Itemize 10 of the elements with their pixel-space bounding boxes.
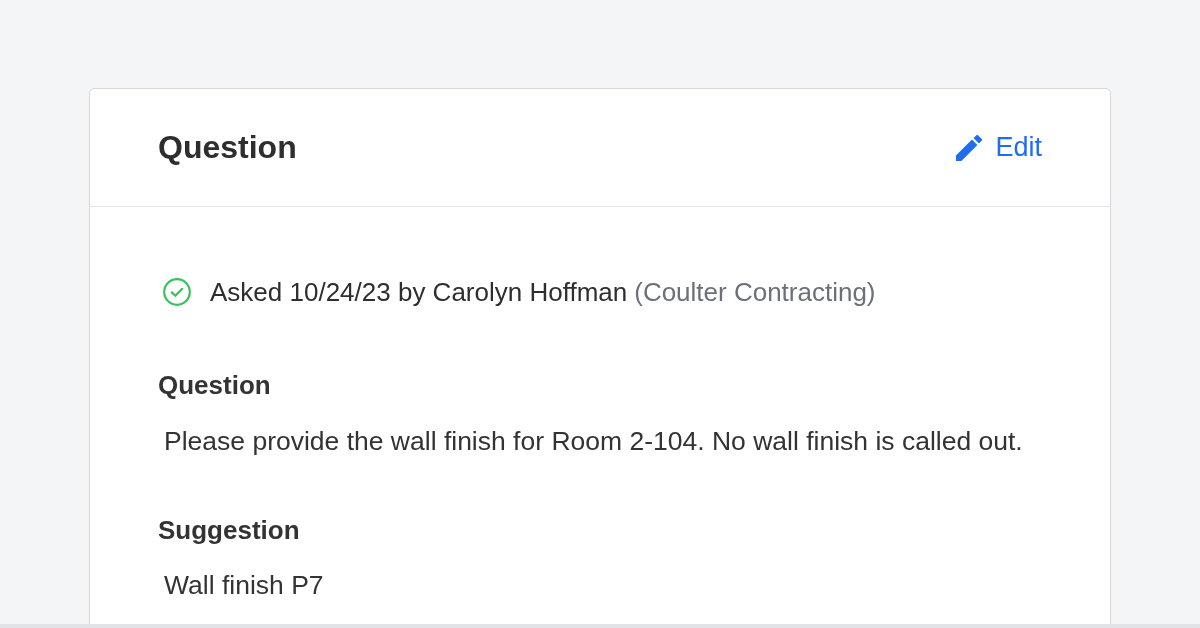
- card-title: Question: [158, 129, 297, 166]
- section-heading: Suggestion: [158, 514, 301, 546]
- section-text: Please provide the wall finish for Room 2-104. No wall finish is called out.: [163, 425, 1024, 457]
- company-name: (Coulter Contracting): [634, 276, 876, 308]
- section-text: Wall finish P7: [163, 569, 325, 601]
- check-circle-icon: [163, 278, 191, 306]
- edit-link[interactable]: Edit: [956, 132, 1042, 163]
- pencil-icon: [956, 134, 983, 161]
- section-heading: Question: [158, 369, 272, 401]
- asked-by-text: Asked 10/24/23 by Carolyn Hoffman: [210, 276, 628, 308]
